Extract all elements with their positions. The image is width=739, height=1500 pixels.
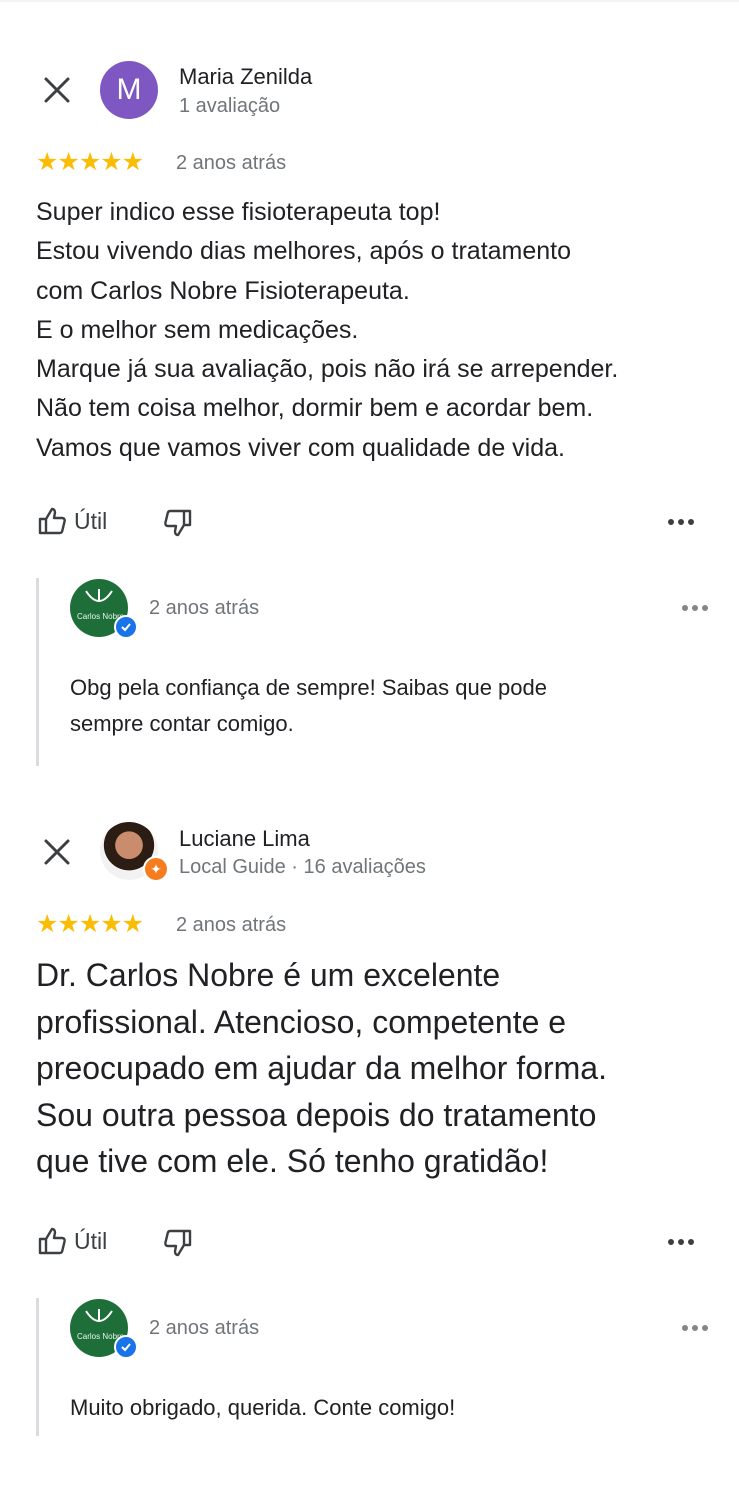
verified-check-icon — [114, 1335, 138, 1359]
owner-reply: Carlos Nobre 2 anos atrás Muito obrigado… — [36, 1298, 729, 1436]
reviewer-subtitle: 1 avaliação — [179, 95, 281, 117]
review-text-line: preocupado em ajudar da melhor forma. — [36, 1050, 607, 1086]
review-text-line: que tive com ele. Só tenho gratidão! — [36, 1143, 549, 1179]
review-text-line: Não tem coisa melhor, dormir bem e acord… — [36, 394, 594, 423]
avatar[interactable]: M — [100, 61, 158, 119]
more-options-icon[interactable] — [668, 515, 698, 529]
close-icon[interactable] — [40, 73, 74, 107]
thumb-up-icon — [38, 1227, 66, 1255]
review-text: Super indico esse fisioterapeuta top! Es… — [36, 193, 726, 468]
helpful-button[interactable]: Útil — [36, 505, 107, 537]
review-date: 2 anos atrás — [176, 152, 287, 174]
review-text-line: Super indico esse fisioterapeuta top! — [36, 198, 441, 226]
review-text-line: profissional. Atencioso, competente e — [36, 1003, 567, 1040]
review-text-line: E o melhor sem medicações. — [36, 315, 359, 344]
close-icon[interactable] — [40, 835, 74, 869]
owner-reply: Carlos Nobre 2 anos atrás Obg pela confi… — [36, 578, 729, 766]
local-guide-star-icon: ✦ — [143, 856, 169, 882]
reply-more-options-icon[interactable] — [682, 1321, 712, 1335]
reply-more-options-icon[interactable] — [682, 601, 712, 615]
helpful-label: Útil — [74, 507, 108, 534]
review-text-line: Marque já sua avaliação, pois não irá se… — [36, 355, 619, 384]
thumb-down-icon[interactable] — [162, 507, 194, 539]
helpful-button[interactable]: Útil — [36, 1225, 107, 1257]
review-text: Dr. Carlos Nobre é um excelente profissi… — [36, 952, 726, 1185]
review-text-line: com Carlos Nobre Fisioterapeuta. — [36, 276, 410, 305]
review-text-line: Vamos que vamos viver com qualidade de v… — [36, 433, 565, 462]
more-options-icon[interactable] — [668, 1235, 698, 1249]
review-text-line: Dr. Carlos Nobre é um excelente — [36, 957, 501, 993]
reply-text-line: Obg pela confiança de sempre! Saibas que… — [70, 675, 547, 700]
reply-text: Muito obrigado, querida. Conte comigo! — [70, 1390, 690, 1426]
helpful-label: Útil — [74, 1227, 108, 1254]
review-text-line: Sou outra pessoa depois do tratamento — [36, 1096, 597, 1133]
verified-check-icon — [114, 615, 138, 639]
top-divider — [0, 0, 739, 2]
star-rating: ★★★★★ — [36, 910, 144, 938]
reply-date: 2 anos atrás — [149, 1317, 260, 1339]
reviewer-name[interactable]: Luciane Lima — [179, 826, 310, 852]
reply-text: Obg pela confiança de sempre! Saibas que… — [70, 670, 690, 741]
review-text-line: Estou vivendo dias melhores, após o trat… — [36, 237, 572, 266]
review-date: 2 anos atrás — [176, 914, 287, 936]
reviewer-name[interactable]: Maria Zenilda — [179, 64, 312, 90]
thumb-down-icon[interactable] — [162, 1227, 194, 1259]
reply-text-line: Muito obrigado, querida. Conte comigo! — [70, 1395, 456, 1420]
thumb-up-icon — [38, 507, 66, 535]
reviewer-subtitle: Local Guide · 16 avaliações — [179, 856, 426, 878]
reply-date: 2 anos atrás — [149, 597, 260, 619]
reply-text-line: sempre contar comigo. — [70, 710, 294, 736]
star-rating: ★★★★★ — [36, 148, 144, 176]
